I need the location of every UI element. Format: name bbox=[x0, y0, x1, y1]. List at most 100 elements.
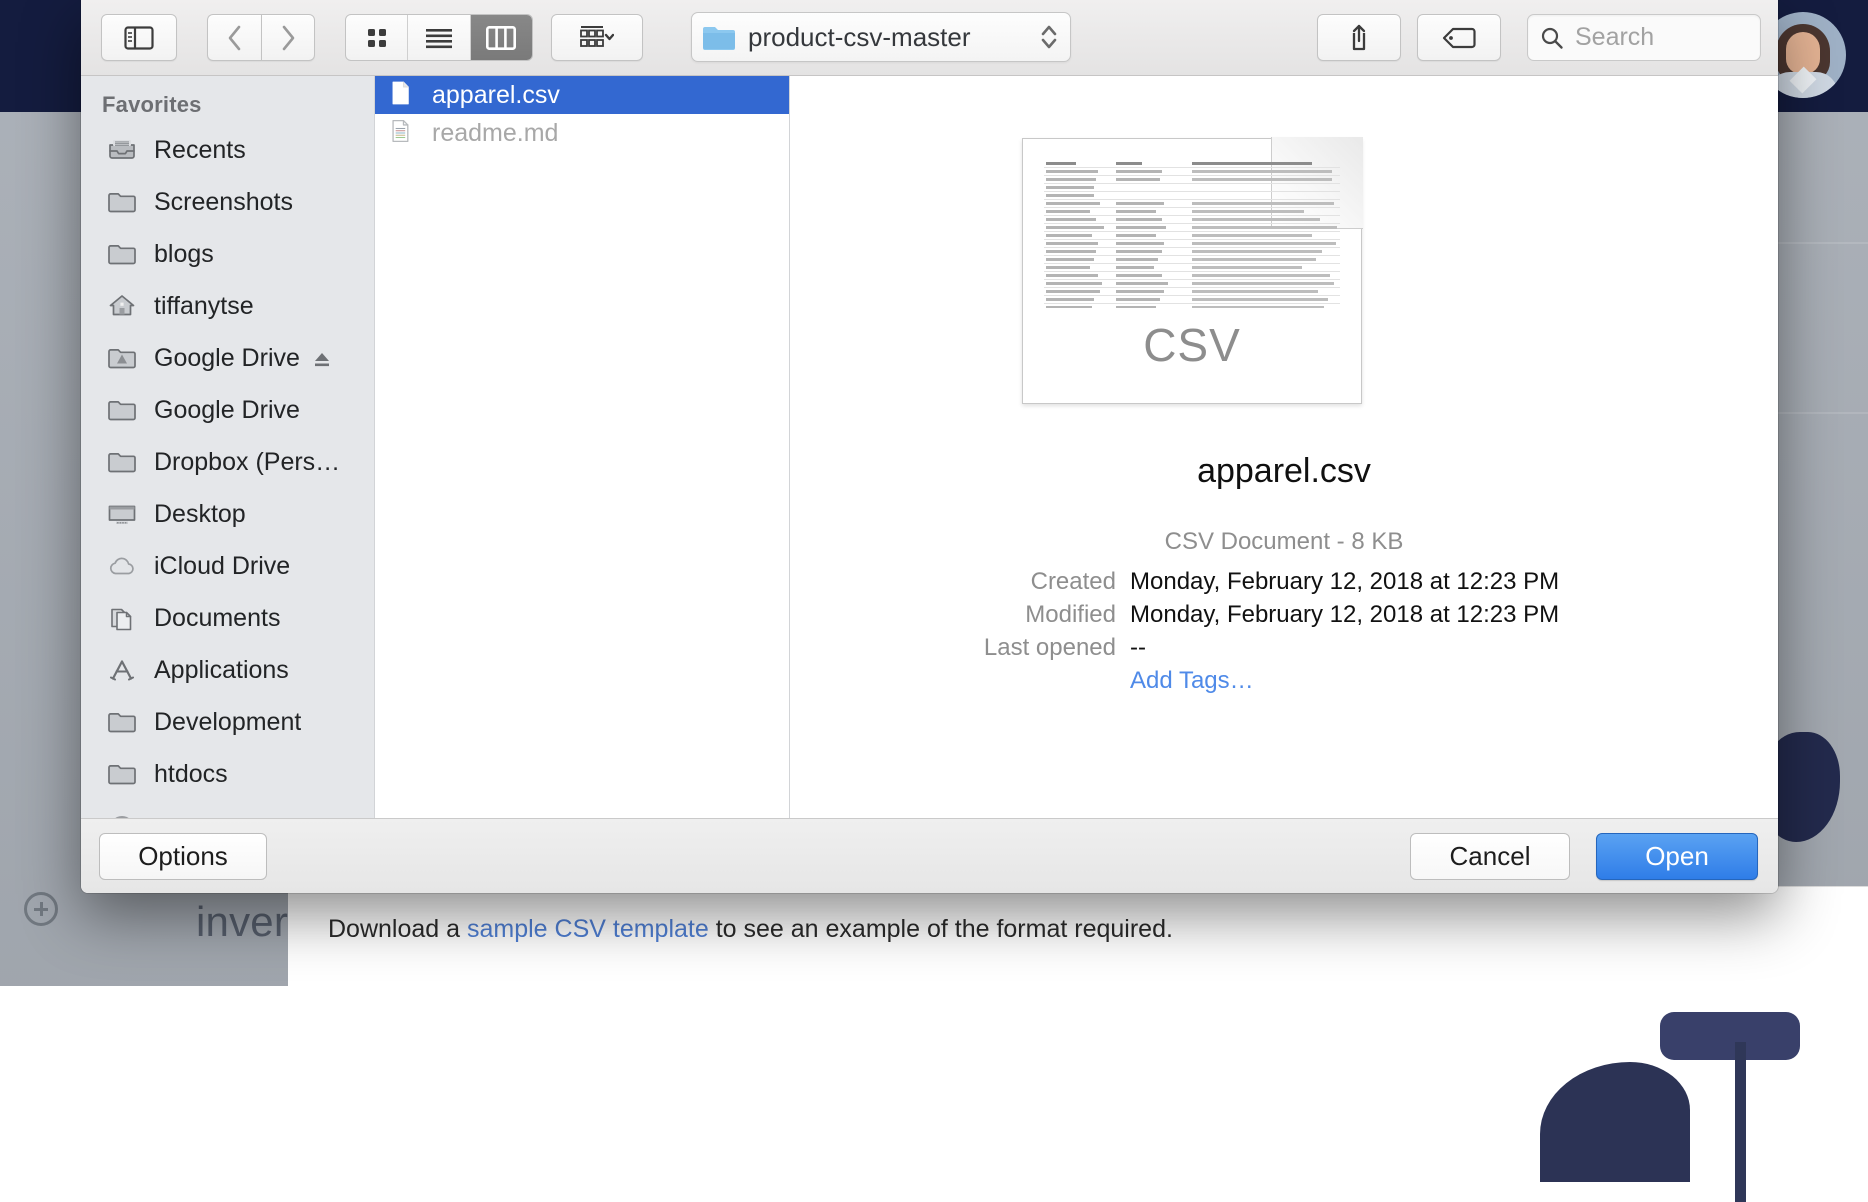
cancel-button[interactable]: Cancel bbox=[1410, 833, 1570, 880]
folder-icon bbox=[105, 759, 139, 789]
desktop-icon bbox=[105, 499, 139, 529]
sidebar-item-blogs[interactable]: blogs bbox=[81, 228, 374, 280]
thumbnail-table-cell bbox=[1046, 258, 1094, 261]
sidebar-item-label: Desktop bbox=[154, 500, 246, 529]
thumbnail-table-cell bbox=[1046, 266, 1090, 269]
file-row[interactable]: readme.md bbox=[375, 114, 789, 152]
sidebar-item-documents[interactable]: Documents bbox=[81, 592, 374, 644]
documents-icon bbox=[107, 605, 137, 632]
note-prefix: Download a bbox=[328, 915, 467, 943]
thumbnail-table-cell bbox=[1046, 234, 1092, 237]
thumbnail-table-cell bbox=[1192, 306, 1324, 308]
share-button[interactable] bbox=[1317, 14, 1401, 61]
arrange-button[interactable] bbox=[551, 14, 643, 61]
folder-icon bbox=[107, 449, 137, 476]
forward-button[interactable] bbox=[261, 14, 315, 61]
grid-icon bbox=[365, 26, 389, 50]
applications-icon bbox=[105, 655, 139, 685]
file-rows: apparel.csvreadme.md bbox=[375, 76, 789, 152]
thumbnail-table-cell bbox=[1116, 234, 1156, 237]
sidebar-item-google-drive[interactable]: Google Drive bbox=[81, 332, 374, 384]
list-view-button[interactable] bbox=[408, 15, 470, 60]
thumbnail-table-cell bbox=[1116, 170, 1162, 173]
search-icon bbox=[1540, 26, 1564, 50]
sidebar-toggle-button[interactable] bbox=[101, 14, 177, 61]
metadata-label bbox=[790, 667, 1130, 695]
sidebar-item-list: Recents Screenshotsblogs tiffanytse Google … bbox=[81, 124, 374, 818]
metadata-row: Add Tags… bbox=[790, 667, 1778, 695]
thumbnail-table-preview bbox=[1044, 160, 1340, 308]
sidebar-item-applications[interactable]: Applications bbox=[81, 644, 374, 696]
thumbnail-table-row bbox=[1044, 272, 1340, 280]
sidebar-item-dropbox-pers[interactable]: Dropbox (Pers… bbox=[81, 436, 374, 488]
icon-view-button[interactable] bbox=[346, 15, 408, 60]
folder-icon bbox=[107, 761, 137, 788]
thumbnail-table-cell bbox=[1116, 282, 1168, 285]
path-label: product-csv-master bbox=[748, 22, 1038, 53]
thumbnail-table-cell bbox=[1116, 210, 1156, 213]
markdown-file-icon bbox=[387, 116, 413, 146]
add-icon[interactable] bbox=[24, 892, 58, 926]
file-row[interactable]: apparel.csv bbox=[375, 76, 789, 114]
stepper-icon bbox=[1038, 20, 1060, 54]
add-tags-link[interactable]: Add Tags… bbox=[1130, 667, 1254, 695]
tags-button[interactable] bbox=[1417, 14, 1501, 61]
metadata-value: Monday, February 12, 2018 at 12:23 PM bbox=[1130, 601, 1559, 629]
preview-filename: apparel.csv bbox=[790, 452, 1778, 491]
sidebar-item-label: Google Drive bbox=[154, 344, 300, 373]
folder-icon bbox=[107, 189, 137, 216]
sidebar-heading: Favorites bbox=[81, 76, 374, 124]
note-suffix: to see an example of the format required… bbox=[709, 915, 1173, 943]
sidebar-item-desktop[interactable]: Desktop bbox=[81, 488, 374, 540]
folder-icon bbox=[107, 709, 137, 736]
search-placeholder: Search bbox=[1575, 23, 1654, 52]
sidebar-item-icloud-drive[interactable]: iCloud Drive bbox=[81, 540, 374, 592]
back-button[interactable] bbox=[207, 14, 261, 61]
metadata-row: ModifiedMonday, February 12, 2018 at 12:… bbox=[790, 601, 1778, 629]
thumbnail-table-cell bbox=[1046, 282, 1102, 285]
background-illustration-shape bbox=[1660, 1012, 1800, 1060]
background-illustration-shape bbox=[1540, 1062, 1690, 1182]
sidebar-item-item-13[interactable] bbox=[81, 800, 374, 818]
eject-icon[interactable] bbox=[312, 348, 332, 368]
path-popup-button[interactable]: product-csv-master bbox=[691, 12, 1071, 62]
thumbnail-table-cell bbox=[1116, 266, 1154, 269]
sidebar-item-label: tiffanytse bbox=[154, 292, 254, 321]
background-illustration-shape bbox=[1735, 1042, 1746, 1202]
open-button[interactable]: Open bbox=[1596, 833, 1758, 880]
thumbnail-table-row bbox=[1044, 216, 1340, 224]
sample-csv-template-link[interactable]: sample CSV template bbox=[467, 915, 709, 943]
sidebar-item-google-drive[interactable]: Google Drive bbox=[81, 384, 374, 436]
metadata-row: CreatedMonday, February 12, 2018 at 12:2… bbox=[790, 568, 1778, 596]
folder-icon bbox=[107, 397, 137, 424]
thumbnail-table-cell bbox=[1046, 242, 1098, 245]
thumbnail-table-cell bbox=[1046, 186, 1094, 189]
thumbnail-table-row bbox=[1044, 224, 1340, 232]
thumbnail-table-cell bbox=[1116, 202, 1164, 205]
column-view-button[interactable] bbox=[471, 15, 532, 60]
sidebar-item-development[interactable]: Development bbox=[81, 696, 374, 748]
recents-icon bbox=[107, 137, 137, 164]
finder-content: Favorites Recents Screenshotsblogs tiffany… bbox=[81, 76, 1778, 818]
desktop-icon bbox=[107, 501, 137, 528]
thumbnail-table-cell bbox=[1116, 290, 1164, 293]
thumbnail-table-cell bbox=[1116, 298, 1160, 301]
thumbnail-table-cell bbox=[1192, 258, 1316, 261]
thumbnail-table-row bbox=[1044, 288, 1340, 296]
search-input[interactable]: Search bbox=[1527, 14, 1761, 61]
sidebar-item-label: Dropbox (Pers… bbox=[154, 448, 340, 477]
sidebar-item-recents[interactable]: Recents bbox=[81, 124, 374, 176]
preview-metadata-list: CreatedMonday, February 12, 2018 at 12:2… bbox=[790, 568, 1778, 700]
markdown-file-icon bbox=[387, 116, 419, 150]
sidebar-item-htdocs[interactable]: htdocs bbox=[81, 748, 374, 800]
sidebar-item-tiffanytse[interactable]: tiffanytse bbox=[81, 280, 374, 332]
thumbnail-table-cell bbox=[1192, 218, 1320, 221]
thumbnail-table-row bbox=[1044, 264, 1340, 272]
sidebar-item-label: Recents bbox=[154, 136, 246, 165]
sidebar-item-screenshots[interactable]: Screenshots bbox=[81, 176, 374, 228]
thumbnail-table-cell bbox=[1046, 170, 1098, 173]
thumbnail-table-cell bbox=[1116, 250, 1162, 253]
options-button[interactable]: Options bbox=[99, 833, 267, 880]
sidebar-item-label: Documents bbox=[154, 604, 280, 633]
metadata-row: Last opened-- bbox=[790, 634, 1778, 662]
